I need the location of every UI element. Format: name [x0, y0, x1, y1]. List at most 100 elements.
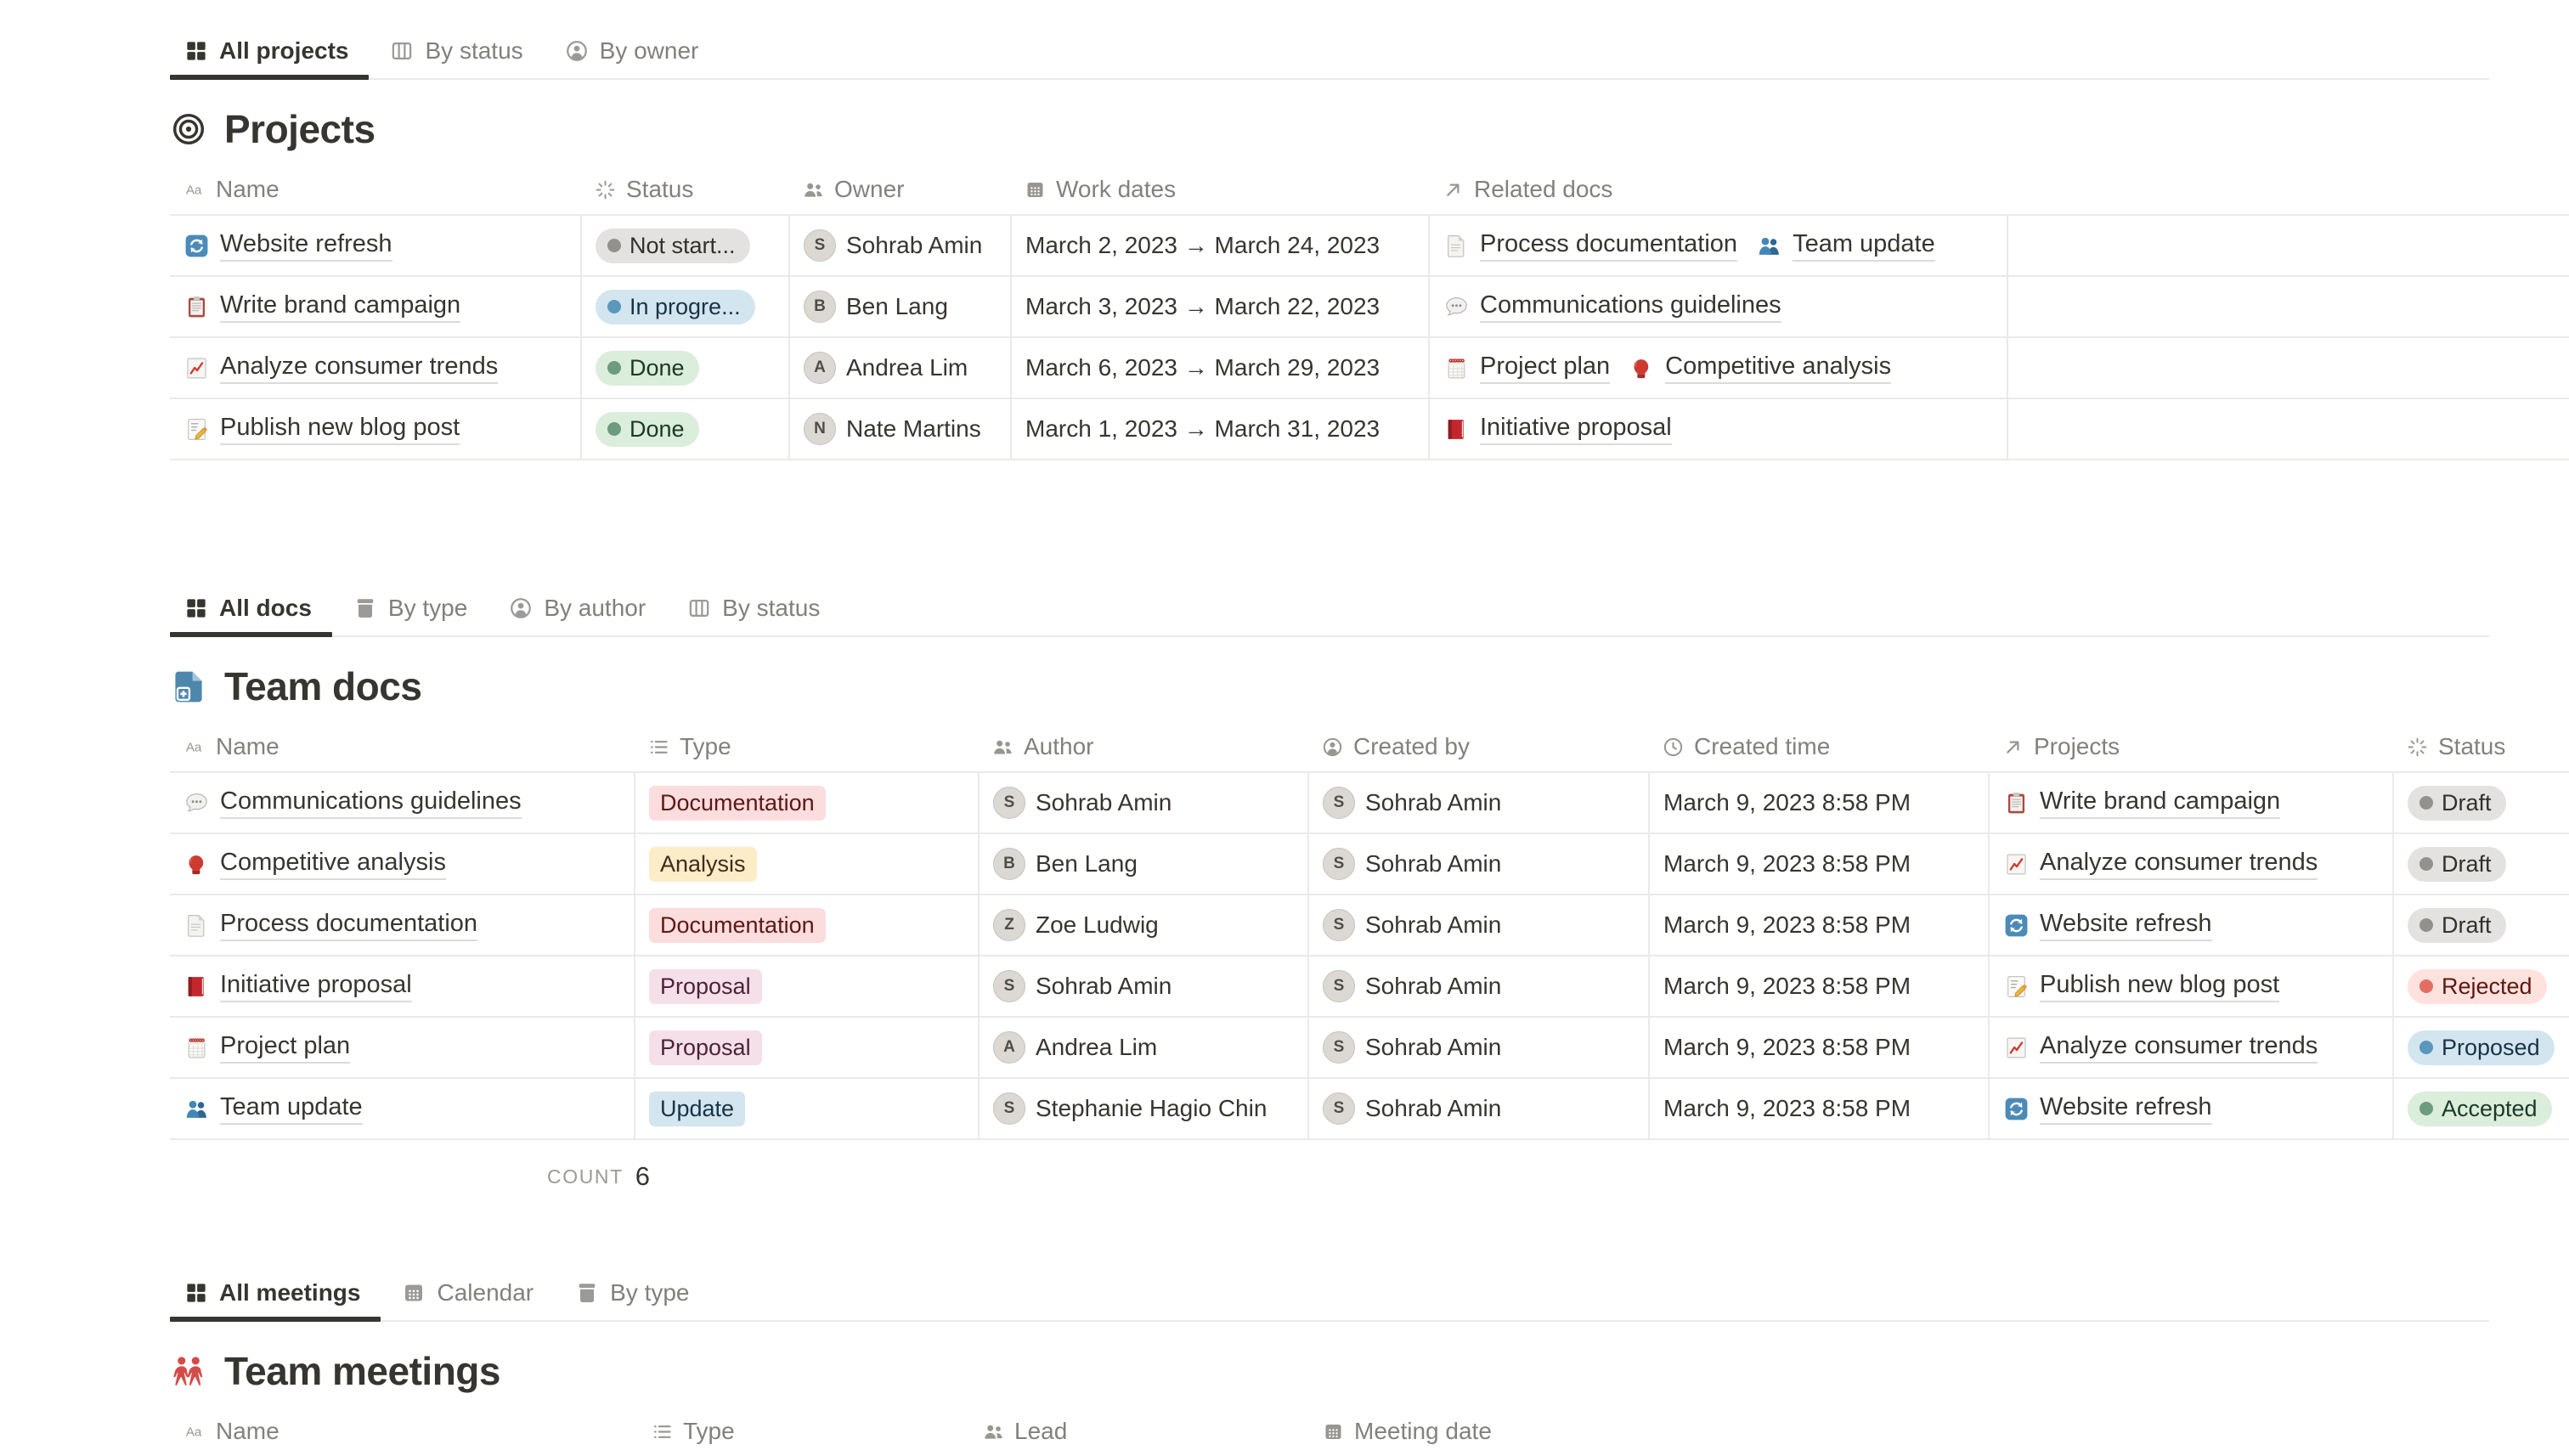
page-link[interactable]: Analyze consumer trends: [2003, 849, 2318, 880]
column-header-status[interactable]: Status: [580, 165, 788, 214]
column-header-type[interactable]: Type: [637, 1407, 968, 1456]
status-pill[interactable]: Not start...: [596, 229, 750, 263]
person-chip[interactable]: SSohrab Amin: [804, 229, 982, 262]
person-chip[interactable]: SSohrab Amin: [1323, 848, 1501, 880]
column-header-type[interactable]: Type: [634, 722, 978, 771]
status-pill[interactable]: Accepted: [2408, 1092, 2552, 1126]
column-header-owner[interactable]: Owner: [788, 165, 1010, 214]
person-chip[interactable]: SSohrab Amin: [993, 787, 1172, 819]
person-chip[interactable]: SSohrab Amin: [1323, 970, 1501, 1002]
page-link[interactable]: Process documentation: [184, 910, 477, 941]
person-chip[interactable]: SSohrab Amin: [1323, 1092, 1501, 1125]
tab-calendar[interactable]: Calendar: [401, 1279, 534, 1306]
page-link[interactable]: Competitive analysis: [184, 849, 446, 880]
tab-by-status[interactable]: By status: [686, 595, 820, 622]
person-chip[interactable]: SSohrab Amin: [993, 970, 1172, 1002]
page-link[interactable]: Publish new blog post: [2003, 971, 2279, 1002]
status-pill[interactable]: Draft: [2408, 847, 2506, 882]
page-link[interactable]: Website refresh: [2003, 910, 2212, 941]
tab-by-owner[interactable]: By owner: [564, 37, 699, 65]
type-tag[interactable]: Update: [649, 1092, 745, 1126]
status-pill[interactable]: Proposed: [2408, 1030, 2555, 1065]
cell-name[interactable]: Competitive analysis: [170, 834, 634, 894]
tab-by-author[interactable]: By author: [508, 595, 646, 622]
page-link[interactable]: Team update: [184, 1093, 363, 1125]
column-header-name[interactable]: AaName: [170, 1407, 637, 1456]
cell-work_dates: March 2, 2023 → March 24, 2023: [1010, 216, 1428, 275]
person-chip[interactable]: SSohrab Amin: [1323, 787, 1501, 819]
page-link[interactable]: Write brand campaign: [184, 291, 460, 323]
tab-all-docs[interactable]: All docs: [184, 595, 312, 622]
created_time-text: March 9, 2023 8:58 PM: [1663, 1095, 1911, 1122]
cell-name[interactable]: Project plan: [170, 1018, 634, 1077]
cell-name[interactable]: Initiative proposal: [170, 957, 634, 1016]
status-pill[interactable]: Draft: [2408, 908, 2506, 943]
cell-created_by: SSohrab Amin: [1307, 895, 1648, 955]
clock-icon: [1662, 736, 1685, 759]
column-header-lead[interactable]: Lead: [968, 1407, 1308, 1456]
page-link[interactable]: Website refresh: [184, 230, 392, 262]
page-link[interactable]: Write brand campaign: [2003, 787, 2280, 819]
type-tag[interactable]: Documentation: [649, 786, 826, 821]
status-dot: [2419, 979, 2433, 993]
person-chip[interactable]: SSohrab Amin: [1323, 909, 1501, 941]
tab-by-status[interactable]: By status: [389, 37, 522, 65]
page-link[interactable]: Team update: [1756, 230, 1935, 262]
person-chip[interactable]: BBen Lang: [993, 848, 1138, 880]
type-tag[interactable]: Documentation: [649, 908, 826, 943]
person-chip[interactable]: AAndrea Lim: [804, 352, 968, 384]
person-chip[interactable]: AAndrea Lim: [993, 1031, 1157, 1064]
cell-name[interactable]: Communications guidelines: [170, 773, 634, 832]
column-header-meeting_date[interactable]: Meeting date: [1308, 1407, 1733, 1456]
column-header-related_docs[interactable]: Related docs: [1428, 165, 2007, 214]
status-pill-label: Accepted: [2442, 1096, 2538, 1122]
person-name: Nate Martins: [846, 415, 981, 443]
page-link[interactable]: Competitive analysis: [1629, 353, 1891, 384]
page-link-text: Analyze consumer trends: [2040, 849, 2318, 880]
cell-name[interactable]: Write brand campaign: [170, 277, 580, 336]
page-link[interactable]: Communications guidelines: [184, 787, 522, 819]
status-pill[interactable]: Draft: [2408, 786, 2506, 821]
column-header-name[interactable]: AaName: [170, 165, 580, 214]
tab-by-type[interactable]: By type: [353, 595, 467, 622]
column-header-spacer: [2007, 165, 2398, 214]
column-header-projects[interactable]: Projects: [1988, 722, 2392, 771]
column-header-created_by[interactable]: Created by: [1307, 722, 1648, 771]
page-link[interactable]: Analyze consumer trends: [2003, 1032, 2318, 1064]
tab-all-projects[interactable]: All projects: [184, 37, 348, 65]
column-header-status[interactable]: Status: [2392, 722, 2569, 771]
column-header-name[interactable]: AaName: [170, 722, 634, 771]
status-pill[interactable]: Rejected: [2408, 969, 2547, 1004]
status-pill[interactable]: Done: [596, 412, 699, 447]
page-link[interactable]: Initiative proposal: [184, 971, 412, 1002]
type-tag[interactable]: Proposal: [649, 969, 762, 1004]
type-tag[interactable]: Analysis: [649, 847, 757, 882]
page-link[interactable]: Process documentation: [1443, 230, 1737, 262]
person-chip[interactable]: SSohrab Amin: [1323, 1031, 1501, 1064]
page-link[interactable]: Project plan: [184, 1032, 350, 1064]
status-pill[interactable]: In progre...: [596, 290, 755, 324]
person-chip[interactable]: SStephanie Hagio Chin: [993, 1092, 1267, 1125]
cell-name[interactable]: Team update: [170, 1079, 634, 1138]
status-pill[interactable]: Done: [596, 351, 699, 386]
person-chip[interactable]: NNate Martins: [804, 413, 981, 445]
page-link[interactable]: Analyze consumer trends: [184, 353, 498, 384]
page-link[interactable]: Website refresh: [2003, 1093, 2212, 1125]
cell-name[interactable]: Publish new blog post: [170, 399, 580, 459]
person-chip[interactable]: ZZoe Ludwig: [993, 909, 1159, 941]
type-tag[interactable]: Proposal: [649, 1030, 762, 1065]
page-link[interactable]: Project plan: [1443, 353, 1610, 384]
page-link-text: Project plan: [1480, 353, 1610, 384]
tab-all-meetings[interactable]: All meetings: [184, 1279, 360, 1306]
cell-name[interactable]: Analyze consumer trends: [170, 338, 580, 398]
cell-name[interactable]: Process documentation: [170, 895, 634, 955]
tab-by-type[interactable]: By type: [574, 1279, 689, 1306]
page-link[interactable]: Initiative proposal: [1443, 414, 1672, 445]
page-link[interactable]: Communications guidelines: [1443, 291, 1781, 323]
column-header-work_dates[interactable]: Work dates: [1010, 165, 1428, 214]
column-header-created_time[interactable]: Created time: [1648, 722, 1988, 771]
person-chip[interactable]: BBen Lang: [804, 291, 948, 323]
column-header-author[interactable]: Author: [978, 722, 1307, 771]
cell-name[interactable]: Website refresh: [170, 216, 580, 275]
page-link[interactable]: Publish new blog post: [184, 414, 460, 445]
